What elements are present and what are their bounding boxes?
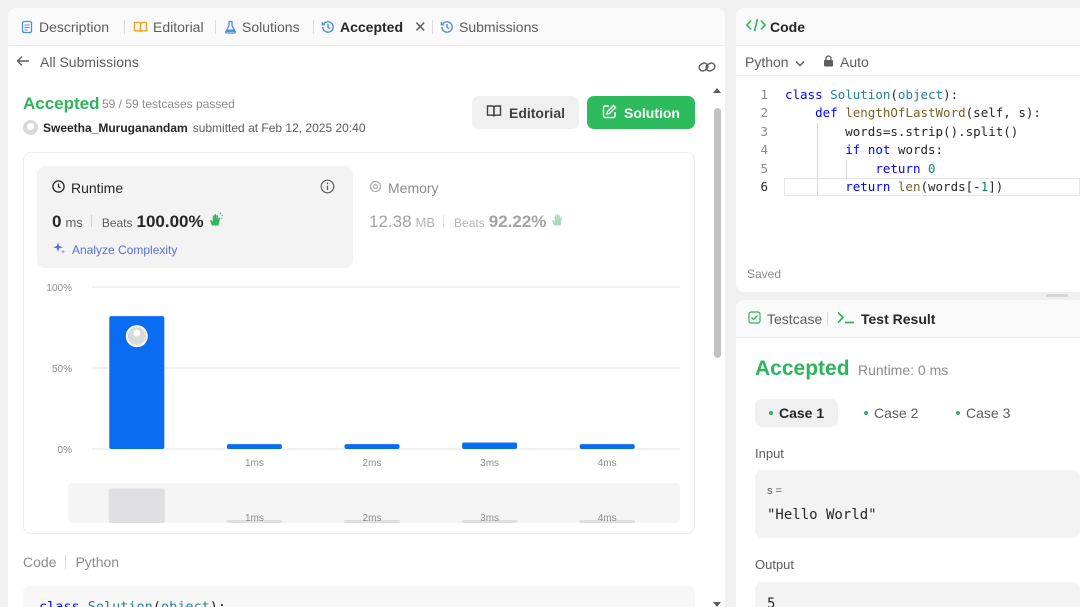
- flask-icon: [224, 20, 237, 34]
- brush-bar: [108, 488, 165, 523]
- editor-toolbar: Python Auto: [736, 46, 1080, 76]
- output-box: 5: [755, 582, 1080, 607]
- scrollbar-thumb[interactable]: [714, 108, 721, 358]
- scrollbar[interactable]: [712, 88, 722, 607]
- editorial-button[interactable]: Editorial: [472, 96, 579, 129]
- line-number: 3: [760, 123, 768, 139]
- arrow-left-icon: [16, 54, 30, 70]
- code-editor[interactable]: 1 class Solution(object): 2 def lengthOfLa…: [736, 86, 1080, 197]
- code-line[interactable]: 2 def lengthOfLastWord(self, s):: [736, 104, 1080, 122]
- y-tick-label: 100%: [46, 283, 72, 294]
- submission-status: Accepted: [23, 94, 100, 113]
- result-panel-header: Testcase Test Result: [736, 300, 1080, 338]
- chart-bar[interactable]: [226, 444, 282, 449]
- runtime-distribution-chart[interactable]: 0% 50% 100% 1ms 2ms 3ms 4ms 1ms 2ms 3ms 4ms: [24, 153, 694, 533]
- input-variable: s =: [767, 485, 782, 497]
- submission-nav: All Submissions: [8, 46, 725, 80]
- chart-bar[interactable]: [344, 444, 400, 449]
- chart-bar[interactable]: [462, 442, 518, 449]
- panel-resize-handle[interactable]: [1046, 294, 1068, 297]
- testcases-passed: 59 / 59 testcases passed: [102, 97, 235, 111]
- tab-description[interactable]: Description: [20, 18, 109, 36]
- input-box: s = "Hello World": [755, 470, 1080, 538]
- submitter-info: Sweetha_Muruganandam submitted at Feb 12…: [23, 120, 366, 135]
- tab-submissions[interactable]: Submissions: [440, 18, 538, 36]
- line-text: words=s.strip().split(): [785, 123, 1019, 139]
- language-select[interactable]: Python: [745, 54, 805, 70]
- user-avatar-head: [133, 329, 141, 337]
- checkbox-icon: [748, 311, 761, 327]
- code-section-header: Code Python: [23, 554, 120, 570]
- auto-mode-toggle[interactable]: Auto: [823, 54, 869, 70]
- username-link[interactable]: Sweetha_Muruganandam: [43, 121, 188, 135]
- tab-bar: Description Editorial Solutions Accepted…: [8, 8, 725, 46]
- code-panel-header: Code: [736, 8, 1080, 46]
- x-tick-label: 4ms: [598, 458, 617, 469]
- code-line[interactable]: 6 return len(words[-1]): [736, 177, 1080, 197]
- submitted-time: submitted at Feb 12, 2025 20:40: [192, 120, 366, 135]
- tab-test-result[interactable]: Test Result: [837, 311, 935, 327]
- brush-tick-label: 2ms: [363, 513, 382, 524]
- history-icon: [321, 20, 335, 34]
- tab-accepted[interactable]: Accepted ✕: [321, 18, 427, 36]
- saved-status: Saved: [747, 267, 782, 281]
- description-icon: [20, 20, 34, 34]
- code-panel-title: Code: [770, 18, 805, 35]
- test-result-panel: Testcase Test Result Accepted Runtime: 0…: [736, 300, 1080, 607]
- x-tick-label: 3ms: [480, 458, 499, 469]
- lock-icon: [823, 54, 834, 70]
- case-tab-3[interactable]: Case 3: [942, 399, 1024, 427]
- history-icon: [440, 20, 454, 34]
- output-label: Output: [755, 557, 795, 572]
- line-number: 5: [760, 160, 768, 176]
- code-editor-panel: Code Python Auto 1 class Solution(object)…: [736, 8, 1080, 292]
- code-line[interactable]: 3 words=s.strip().split(): [736, 122, 1080, 142]
- chevron-down-icon: [795, 54, 805, 70]
- chart-bar[interactable]: [579, 444, 635, 449]
- submitted-code[interactable]: class Solution(object):: [23, 586, 695, 607]
- avatar[interactable]: [23, 120, 38, 135]
- line-text: return 0: [875, 160, 936, 176]
- stats-card: Runtime 0 ms Beats 100.00% Analyze Compl…: [23, 152, 695, 534]
- edit-icon: [602, 104, 617, 122]
- book-icon: [486, 104, 502, 121]
- x-tick-label: 2ms: [363, 458, 382, 469]
- line-text: def lengthOfLastWord(self, s):: [815, 105, 1041, 121]
- code-line[interactable]: 5 return 0: [736, 159, 1080, 178]
- brush-tick-label: 3ms: [480, 513, 499, 524]
- brush-tick-label: 4ms: [598, 513, 617, 524]
- book-icon: [133, 20, 148, 34]
- code-line[interactable]: 1 class Solution(object):: [736, 86, 1080, 104]
- output-value: 5: [767, 596, 776, 607]
- case-tab-2[interactable]: Case 2: [850, 399, 932, 427]
- tab-solutions[interactable]: Solutions: [224, 18, 300, 36]
- submission-panel: Description Editorial Solutions Accepted…: [8, 8, 725, 607]
- input-value: "Hello World": [767, 507, 877, 523]
- tab-testcase[interactable]: Testcase: [748, 311, 822, 327]
- code-line[interactable]: 4 if not words:: [736, 141, 1080, 160]
- link-icon[interactable]: [698, 60, 716, 79]
- input-label: Input: [755, 446, 784, 461]
- line-number: 2: [760, 105, 768, 121]
- line-number: 4: [760, 142, 768, 158]
- tab-editorial[interactable]: Editorial: [133, 18, 204, 36]
- all-submissions-link[interactable]: All Submissions: [16, 54, 139, 70]
- result-status: Accepted: [755, 357, 850, 380]
- code-icon: [745, 18, 767, 35]
- brush-tick-label: 1ms: [245, 513, 264, 524]
- x-tick-label: 1ms: [245, 458, 264, 469]
- line-number: 1: [760, 87, 768, 102]
- line-number: 6: [760, 178, 768, 194]
- y-tick-label: 50%: [52, 364, 72, 375]
- solution-button[interactable]: Solution: [587, 96, 695, 129]
- y-tick-label: 0%: [58, 445, 73, 456]
- line-text: return len(words[-1]): [845, 178, 1004, 194]
- result-runtime: Runtime: 0 ms: [858, 362, 949, 378]
- close-tab-icon[interactable]: ✕: [414, 18, 427, 36]
- terminal-icon: [837, 311, 855, 327]
- line-text: class Solution(object):: [785, 87, 959, 102]
- case-tab-1[interactable]: Case 1: [755, 399, 839, 427]
- line-text: if not words:: [845, 142, 944, 158]
